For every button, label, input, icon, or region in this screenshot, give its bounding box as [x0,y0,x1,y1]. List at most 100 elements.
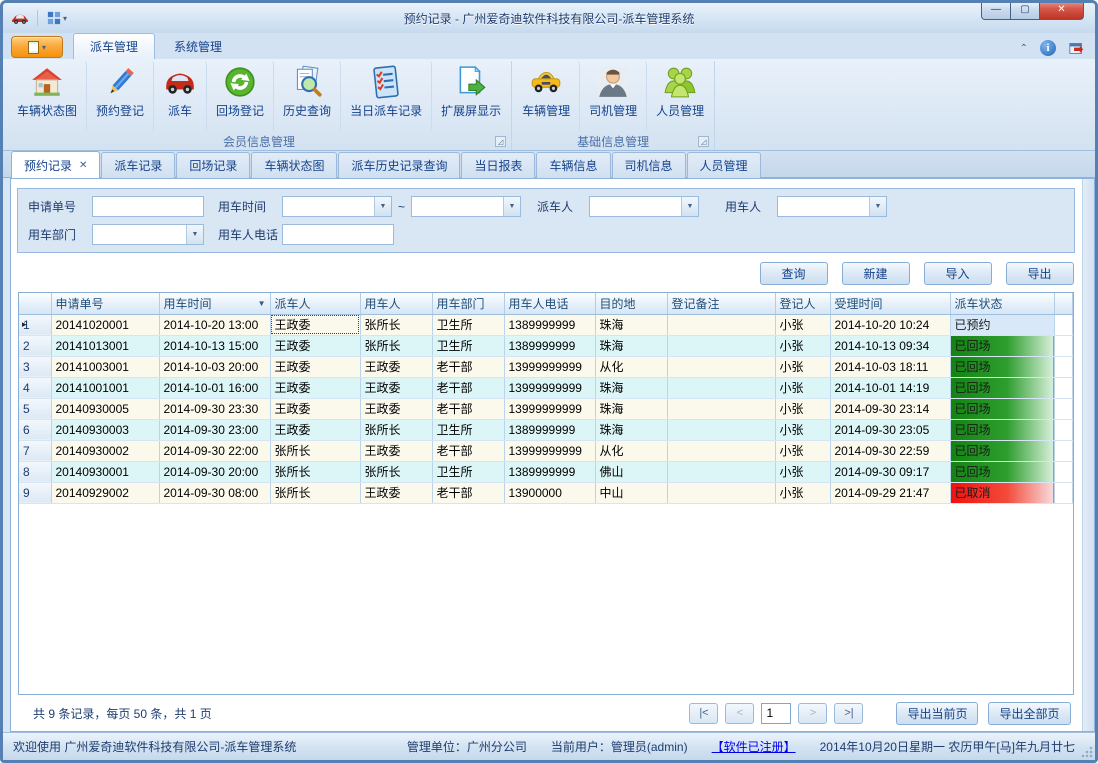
doc-tab-daily-report[interactable]: 当日报表 [461,152,535,178]
row-header[interactable]: 9 [19,482,51,503]
ribbon-tab-system[interactable]: 系统管理 [157,33,239,59]
grid-cell[interactable]: 1389999999 [504,314,595,335]
new-button[interactable]: 新建 [842,262,910,285]
grid-cell[interactable] [667,356,775,377]
col-header-destination[interactable]: 目的地 [595,293,667,314]
user-combo[interactable]: ▼ [777,196,887,217]
grid-cell[interactable]: 20141003001 [51,356,159,377]
grid-cell[interactable]: 张所长 [270,482,360,503]
grid-cell[interactable] [667,440,775,461]
vehicle-status-chart-button[interactable]: 车辆状态图 [8,61,87,132]
collapse-ribbon-icon[interactable]: ⌃ [1020,43,1028,54]
grid-cell[interactable]: 2014-09-30 09:17 [830,461,950,482]
grid-cell[interactable]: 2014-10-01 16:00 [159,377,270,398]
grid-cell[interactable]: 老干部 [432,440,504,461]
grid-cell[interactable]: 13999999999 [504,440,595,461]
row-header[interactable]: 6 [19,419,51,440]
chevron-down-icon[interactable]: ▼ [374,197,391,216]
grid-cell[interactable]: 王政委 [270,335,360,356]
query-button[interactable]: 查询 [760,262,828,285]
col-header-dispatcher[interactable]: 派车人 [270,293,360,314]
dispatch-status-cell[interactable]: 已回场 [950,461,1054,482]
dispatch-status-cell[interactable]: 已预约 [950,314,1054,335]
grid-cell[interactable]: 王政委 [360,482,432,503]
return-register-button[interactable]: 回场登记 [207,61,274,132]
ribbon-tab-dispatch[interactable]: 派车管理 [73,33,155,59]
row-header[interactable]: 5 [19,398,51,419]
row-header[interactable]: 8 [19,461,51,482]
doc-tab-history-query[interactable]: 派车历史记录查询 [338,152,460,178]
grid-cell[interactable]: 王政委 [270,398,360,419]
col-header-remark[interactable]: 登记备注 [667,293,775,314]
grid-cell[interactable]: 2014-10-20 13:00 [159,314,270,335]
grid-cell[interactable]: 王政委 [360,356,432,377]
grid-cell[interactable]: 2014-09-30 23:14 [830,398,950,419]
grid-cell[interactable] [667,377,775,398]
close-tab-icon[interactable]: ✕ [79,160,87,171]
grid-cell[interactable]: 王政委 [360,398,432,419]
grid-cell[interactable]: 小张 [775,440,830,461]
page-number-input[interactable] [761,703,791,724]
row-header[interactable]: 2 [19,335,51,356]
grid-cell[interactable]: 张所长 [360,314,432,335]
dispatcher-combo[interactable]: ▼ [589,196,699,217]
personnel-manage-button[interactable]: 人员管理 [647,61,713,132]
grid-cell[interactable] [667,335,775,356]
grid-cell[interactable]: 珠海 [595,377,667,398]
grid-cell[interactable]: 13999999999 [504,377,595,398]
dispatch-status-cell[interactable]: 已回场 [950,335,1054,356]
grid-cell[interactable]: 小张 [775,482,830,503]
last-page-button[interactable]: >| [834,703,863,724]
doc-tab-personnel[interactable]: 人员管理 [687,152,761,178]
grid-cell[interactable]: 小张 [775,356,830,377]
driver-manage-button[interactable]: 司机管理 [580,61,647,132]
grid-cell[interactable]: 20140929002 [51,482,159,503]
grid-cell[interactable]: 2014-09-30 22:59 [830,440,950,461]
today-dispatch-record-button[interactable]: 当日派车记录 [341,61,432,132]
grid-cell[interactable]: 卫生所 [432,335,504,356]
grid-cell[interactable]: 珠海 [595,335,667,356]
grid-cell[interactable]: 2014-10-03 20:00 [159,356,270,377]
grid-cell[interactable]: 卫生所 [432,461,504,482]
chevron-down-icon[interactable]: ▼ [681,197,698,216]
grid-cell[interactable]: 小张 [775,335,830,356]
grid-cell[interactable]: 20141013001 [51,335,159,356]
quick-access-layout-button[interactable]: ▾ [44,10,70,26]
grid-cell[interactable]: 2014-09-30 20:00 [159,461,270,482]
col-header-apply-no[interactable]: 申请单号 [51,293,159,314]
grid-cell[interactable]: 王政委 [360,440,432,461]
prev-page-button[interactable]: < [725,703,754,724]
use-time-from-combo[interactable]: ▼ [282,196,392,217]
col-header-user[interactable]: 用车人 [360,293,432,314]
row-header[interactable]: ▸1 [19,314,51,335]
history-query-button[interactable]: 历史查询 [274,61,341,132]
col-header-status[interactable]: 派车状态 [950,293,1054,314]
dispatch-status-cell[interactable]: 已回场 [950,356,1054,377]
extended-screen-button[interactable]: 扩展屏显示 [432,61,510,132]
department-combo[interactable]: ▼ [92,224,204,245]
minimize-button[interactable]: — [981,0,1010,20]
grid-cell[interactable]: 王政委 [270,314,360,335]
grid-cell[interactable]: 1389999999 [504,335,595,356]
dispatch-status-cell[interactable]: 已取消 [950,482,1054,503]
apply-no-input[interactable] [92,196,204,217]
export-current-page-button[interactable]: 导出当前页 [896,702,978,725]
style-switch-icon[interactable] [1068,41,1085,56]
export-all-pages-button[interactable]: 导出全部页 [988,702,1070,725]
vehicle-manage-button[interactable]: 车辆管理 [513,61,580,132]
grid-cell[interactable]: 张所长 [270,440,360,461]
grid-cell[interactable] [667,419,775,440]
grid-cell[interactable]: 王政委 [270,419,360,440]
grid-cell[interactable]: 张所长 [360,419,432,440]
grid-cell[interactable]: 从化 [595,356,667,377]
use-time-to-combo[interactable]: ▼ [411,196,521,217]
grid-cell[interactable]: 20141001001 [51,377,159,398]
doc-tab-reservation-records[interactable]: 预约记录 ✕ [11,151,100,178]
grid-cell[interactable]: 老干部 [432,482,504,503]
phone-input[interactable] [282,224,394,245]
grid-cell[interactable]: 老干部 [432,356,504,377]
dispatch-button[interactable]: 派车 [154,61,207,132]
grid-cell[interactable]: 2014-09-29 21:47 [830,482,950,503]
grid-cell[interactable]: 1389999999 [504,419,595,440]
grid-cell[interactable]: 珠海 [595,314,667,335]
